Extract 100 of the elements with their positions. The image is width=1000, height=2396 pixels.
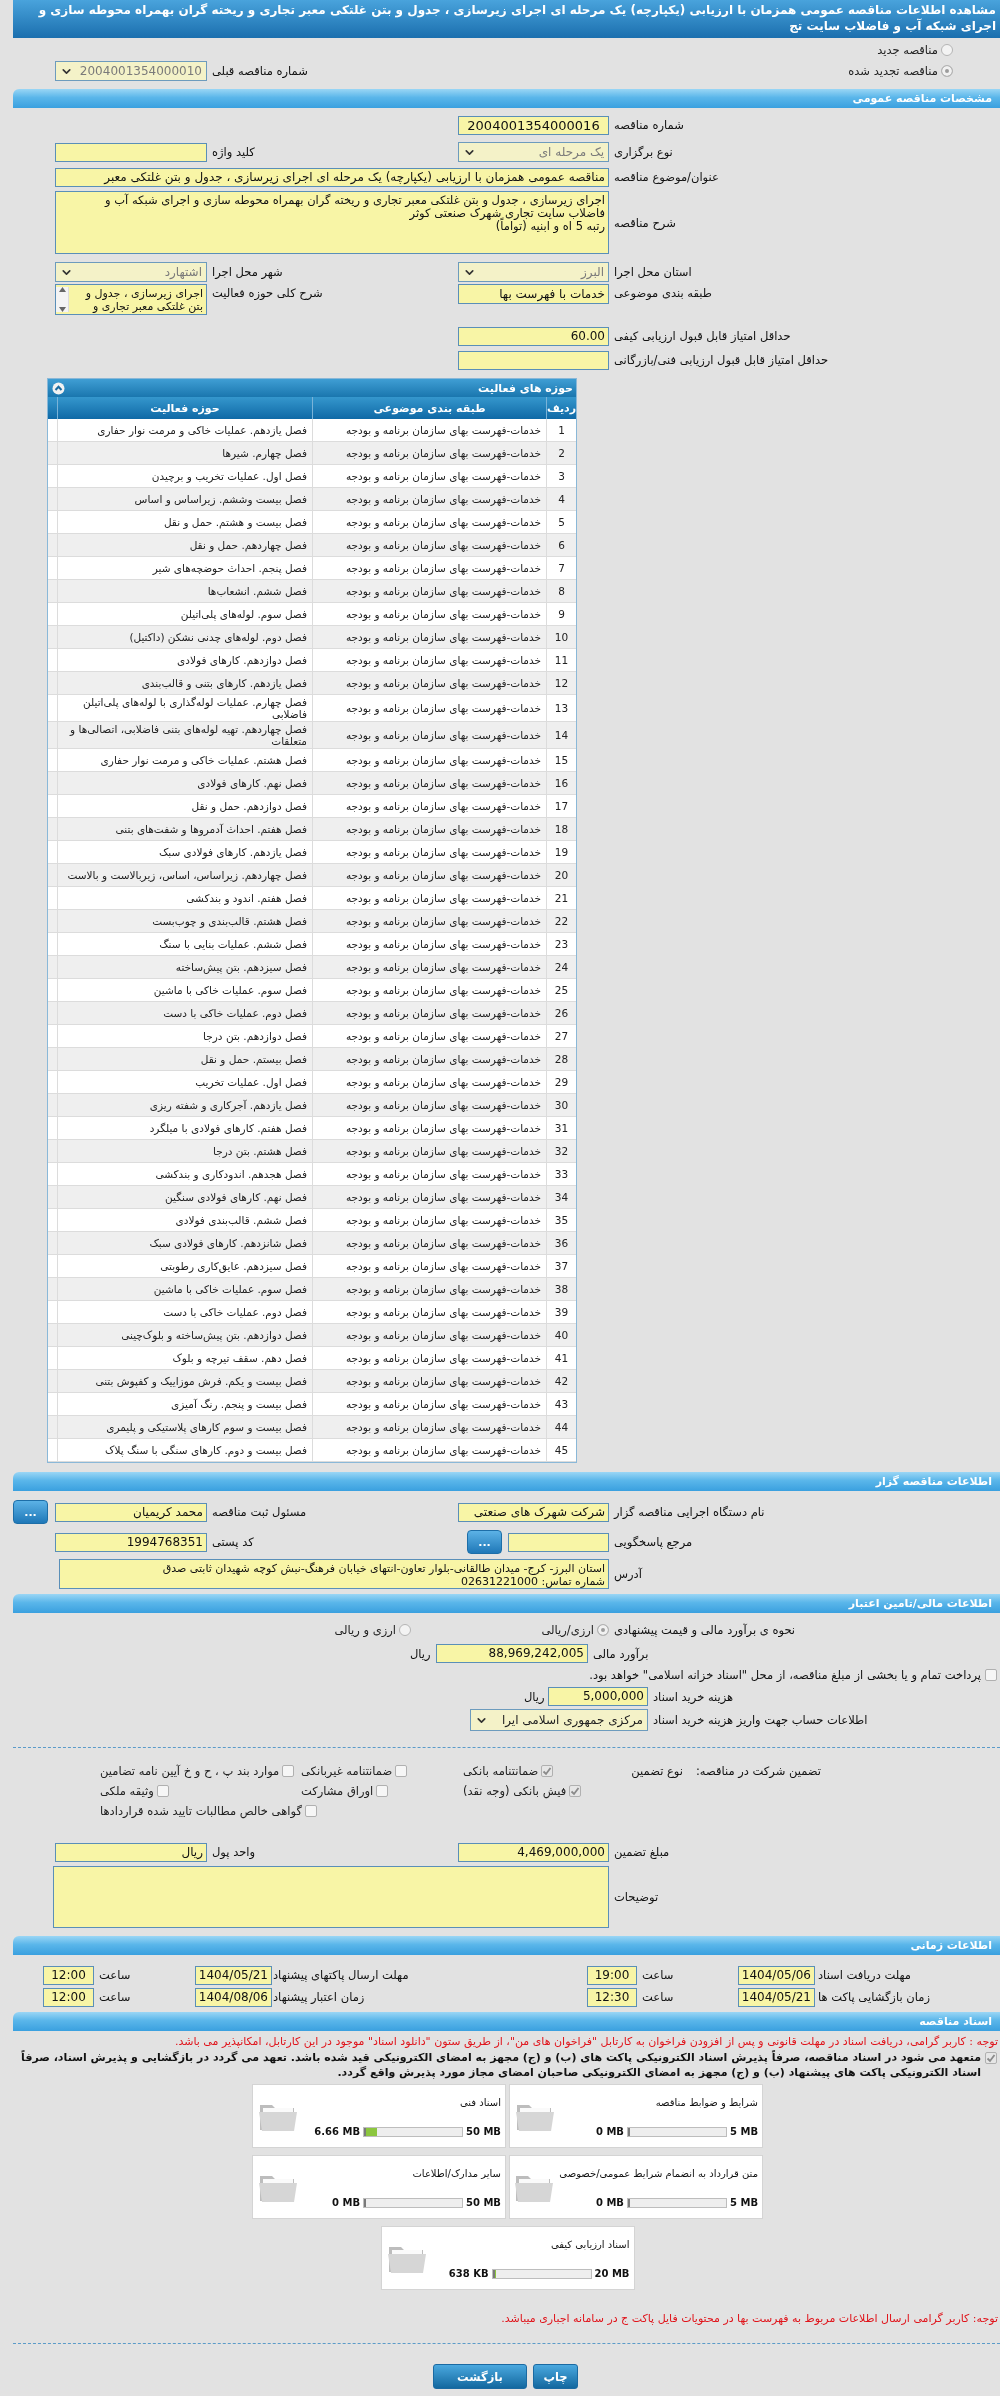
table-cell: خدمات-فهرست بهای سازمان برنامه و بودجه [312,580,546,602]
dropdown[interactable]: اشتهارد [55,262,207,282]
table-cell: خدمات-فهرست بهای سازمان برنامه و بودجه [312,511,546,533]
input-field[interactable]: 1994768351 [55,1532,207,1552]
table-cell: خدمات-فهرست بهای سازمان برنامه و بودجه [312,1186,546,1208]
table-cell: فصل دوم. عملیات خاکی با دست [57,1301,312,1323]
down-arrow-icon[interactable] [58,307,66,312]
table-cell: خدمات-فهرست بهای سازمان برنامه و بودجه [312,442,546,464]
lookup-button[interactable]: ... [467,1530,502,1554]
field-label: طبقه بندی موضوعی [613,286,713,300]
text-area[interactable]: اجرای زیرسازی ، جدول و بتن غلتکی معبر تجاری و ریخته گران بهمراه محوطه سازی و اجرای شبکه آب و فاضلاب سایت تجاری شهرک صنعتی کوثر رتبه 5 اه و ابنیه (تواماً) [55,191,609,254]
size-limit: 5 MB [730,2197,758,2208]
input-field[interactable]: 60.00 [458,326,609,346]
checkbox[interactable] [395,1765,408,1777]
text-area[interactable] [53,1866,609,1928]
field-label: شرح کلی حوزه فعالیت [211,286,324,300]
table-cell: فصل نهم. کارهای فولادی سنگین [57,1186,312,1208]
input-field[interactable]: خدمات با فهرست بها [458,284,609,304]
file-size: 0 MB [595,2197,624,2208]
action-button[interactable]: بازگشت [433,2364,527,2389]
table-cell: 4 [546,488,576,510]
checkbox[interactable] [985,2052,997,2064]
up-arrow-icon[interactable] [58,287,66,292]
table-cell: 29 [546,1071,576,1093]
table-cell: 17 [546,795,576,817]
file-size: 0 MB [332,2197,360,2208]
checkbox[interactable] [569,1785,582,1797]
option-label: پرداخت تمام و یا بخشی از مبلغ مناقصه، از محل "اسناد خزانه اسلامی" خواهد بود. [589,1668,981,1682]
section-header: اسناد مناقصه [13,2012,1000,2031]
input-field[interactable] [55,142,207,162]
input-field[interactable]: 1404/08/06 [195,1987,272,2007]
table-cell: 23 [546,933,576,955]
field-label: واحد پول [211,1845,257,1859]
dropdown[interactable]: 2004001354000010 [55,61,207,81]
field-label: ساعت [641,1968,675,1982]
table-cell: خدمات-فهرست بهای سازمان برنامه و بودجه [312,818,546,840]
text-area[interactable]: اجرای زیرسازی ، جدول و بتن غلتکی معبر تجاری و [55,284,207,315]
option-label: فیش بانکی (وجه نقد) [463,1784,567,1798]
text-area[interactable]: استان البرز- کرج- میدان طالقانی-بلوار تعاون-انتهای خیابان فرهنگ-نبش کوچه شهیدان ثابتی صدق شماره تماس: 02631221000 [59,1559,609,1589]
collapse-icon[interactable] [52,381,65,395]
table-cell: 12 [546,672,576,694]
input-field[interactable]: 5,000,000 [548,1687,648,1706]
input-field[interactable]: شرکت شهرک های صنعتی [458,1502,609,1522]
table-cell: خدمات-فهرست بهای سازمان برنامه و بودجه [312,864,546,886]
scrollbar[interactable] [56,287,69,312]
checkbox[interactable] [282,1765,295,1777]
table-cell: خدمات-فهرست بهای سازمان برنامه و بودجه [312,672,546,694]
radio-button[interactable] [941,43,953,56]
table-cell: فصل هشتم. قالب‌بندی و چوب‌بست [57,910,312,932]
dropdown[interactable]: البرز [458,262,609,282]
table-cell: خدمات-فهرست بهای سازمان برنامه و بودجه [312,626,546,648]
table-cell: خدمات-فهرست بهای سازمان برنامه و بودجه [312,1324,546,1346]
input-field[interactable] [458,350,609,370]
dropdown[interactable]: یک مرحله ای [458,142,609,162]
field-label: ساعت [98,1990,132,2004]
table-cell: 7 [546,557,576,579]
table-cell: فصل هشتم. عملیات خاکی و مرمت نوار حفاری [57,749,312,771]
checkbox[interactable] [304,1805,317,1817]
input-field[interactable]: 1404/05/21 [738,1987,815,2007]
dropdown[interactable]: مرکزی جمهوری اسلامی ایرا [470,1709,648,1731]
table-cell: فصل سوم. عملیات خاکی با ماشین [57,1278,312,1300]
input-field[interactable]: 1404/05/06 [738,1965,815,1985]
table-cell: فصل شانزدهم. کارهای فولادی سبک [57,1232,312,1254]
table-cell: فصل هفتم. کارهای فولادی با میلگرد [57,1117,312,1139]
table-cell: خدمات-فهرست بهای سازمان برنامه و بودجه [312,1255,546,1277]
lookup-button[interactable]: ... [13,1500,48,1524]
table-cell: 39 [546,1301,576,1323]
checkbox[interactable] [541,1765,554,1777]
input-field[interactable]: مناقصه عمومی همزمان با ارزیابی (یکپارچه) یک مرحله ای اجرای زیرسازی ، جدول و بتن غلتکی معبر [55,167,609,187]
notice-text: توجه : کاربر گرامی، دریافت اسناد در مهلت قانونی و پس از افزودن فراخوان به کارتابل "فراخوان های من"، از طریق ستون "دانلود اسناد" موجود در این کارتابل، امکانپذیر می باشد. [173,2035,999,2048]
field-label: برآورد مالی [592,1646,650,1661]
checkbox[interactable] [376,1785,389,1797]
input-field[interactable]: 88,969,242,005 [436,1644,588,1663]
input-field[interactable]: 12:30 [587,1987,637,2007]
input-field[interactable]: محمد کریمیان [55,1502,207,1522]
radio-button[interactable] [399,1624,411,1636]
table-cell: 20 [546,864,576,886]
input-field[interactable] [508,1532,609,1552]
input-field[interactable]: 12:00 [43,1987,94,2007]
input-field[interactable]: 12:00 [43,1965,94,1985]
radio-button[interactable] [597,1624,609,1636]
input-field[interactable]: 19:00 [587,1965,637,1985]
radio-button[interactable] [941,65,953,77]
table-cell: فصل چهاردهم. زیراساس، اساس، زیربالاست و بالاست [57,864,312,886]
table-cell: خدمات-فهرست بهای سازمان برنامه و بودجه [312,649,546,671]
checkbox[interactable] [156,1785,169,1797]
checkbox[interactable] [985,1669,997,1681]
input-field[interactable]: 2004001354000016 [458,115,609,135]
table-cell: فصل ششم. قالب‌بندی فولادی [57,1209,312,1231]
action-button[interactable]: چاپ [533,2364,578,2389]
table-cell: فصل اول. عملیات تخریب و برچیدن [57,465,312,487]
input-field[interactable]: ریال [55,1842,207,1862]
table-cell: 37 [546,1255,576,1277]
table-cell: 16 [546,772,576,794]
table-cell: خدمات-فهرست بهای سازمان برنامه و بودجه [312,933,546,955]
input-field[interactable]: 1404/05/21 [195,1965,272,1985]
field-label: نام دستگاه اجرایی مناقصه گزار [612,1505,766,1519]
input-field[interactable]: 4,469,000,000 [458,1842,609,1862]
table-cell: فصل سوم. لوله‌های پلی‌اتیلن [57,603,312,625]
table-cell: فصل بیست و یکم. فرش موزاییک و کفپوش بتنی [57,1370,312,1392]
